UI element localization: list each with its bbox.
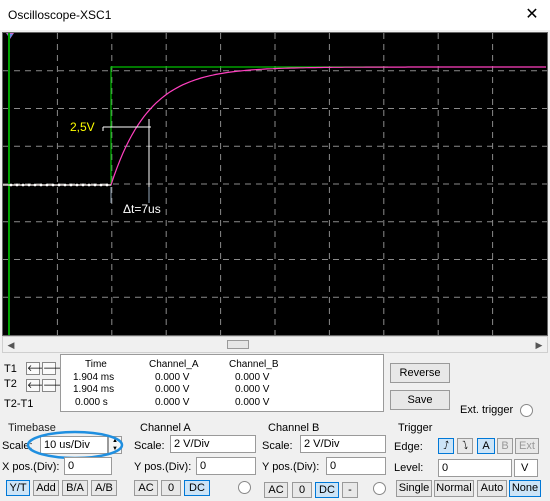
trigger-none-button[interactable]: None — [509, 480, 541, 497]
table-cell: 0.000 V — [155, 384, 190, 395]
t2-t1-label: T2-T1 — [4, 398, 34, 410]
ext-trigger-terminal[interactable] — [520, 404, 533, 417]
baseline-dot — [51, 183, 55, 187]
table-cell: 0.000 s — [75, 397, 108, 408]
edge-rising-icon[interactable]: ⭜ — [438, 438, 454, 454]
baseline-dot — [15, 183, 19, 187]
ext-trigger-label: Ext. trigger — [460, 404, 514, 416]
trigger-edge-label: Edge: — [394, 441, 423, 453]
baseline-dot — [21, 183, 25, 187]
trigger-level-unit[interactable]: V — [514, 459, 538, 477]
baseline-dot — [63, 183, 67, 187]
reverse-button[interactable]: Reverse — [390, 363, 450, 383]
mode-yt-button[interactable]: Y/T — [6, 480, 30, 496]
baseline-dot — [93, 183, 97, 187]
baseline-dot — [87, 183, 91, 187]
scroll-right-icon[interactable]: ▶ — [532, 338, 546, 352]
channel-a-scale-field[interactable]: 2 V/Div — [170, 435, 256, 453]
channel-a-zero-button[interactable]: 0 — [161, 480, 181, 496]
channel-a-dc-button[interactable]: DC — [184, 480, 210, 496]
channel-b-group-title: Channel B — [268, 422, 320, 434]
channel-b-dc-button[interactable]: DC — [315, 482, 339, 498]
trigger-source-b[interactable]: B — [497, 438, 513, 454]
channel-b-ypos-field[interactable]: 0 — [326, 457, 386, 475]
channel-a-trace — [3, 66, 388, 186]
channel-b-terminal[interactable] — [373, 482, 386, 495]
trigger-normal-button[interactable]: Normal — [434, 480, 474, 497]
channel-a-ypos-label: Y pos.(Div): — [134, 461, 192, 473]
table-cell: 1.904 ms — [73, 384, 115, 395]
scroll-left-icon[interactable]: ◀ — [4, 338, 18, 352]
baseline-dot — [45, 183, 49, 187]
trigger-source-a[interactable]: A — [477, 438, 495, 454]
timebase-xpos-field[interactable]: 0 — [64, 457, 112, 475]
channel-b-scale-label: Scale: — [262, 440, 293, 452]
baseline-dot — [39, 183, 43, 187]
header-channel-a: Channel_A — [149, 359, 199, 370]
t2-right-arrow-icon[interactable]: 🡒 — [42, 379, 67, 392]
table-cell: 1.904 ms — [73, 372, 115, 383]
channel-a-ac-button[interactable]: AC — [134, 480, 158, 496]
horizontal-scrollbar[interactable]: ◀ ▶ — [2, 336, 548, 353]
channel-a-ypos-field[interactable]: 0 — [196, 457, 256, 475]
t1-right-arrow-icon[interactable]: 🡒 — [42, 362, 67, 375]
baseline-dot — [33, 183, 37, 187]
channel-b-zero-button[interactable]: 0 — [292, 482, 312, 498]
channel-b-scale-field[interactable]: 2 V/Div — [300, 435, 386, 453]
grid — [3, 33, 547, 335]
edge-falling-icon[interactable]: ⭝ — [457, 438, 473, 454]
highlight-ellipse — [26, 430, 124, 460]
header-time: Time — [85, 359, 107, 370]
trigger-level-field[interactable]: 0 — [438, 459, 512, 477]
trigger-single-button[interactable]: Single — [396, 480, 432, 497]
channel-a-group-title: Channel A — [140, 422, 191, 434]
table-cell: 0.000 V — [235, 372, 270, 383]
save-button[interactable]: Save — [390, 390, 450, 410]
mode-ab-button[interactable]: A/B — [91, 480, 117, 496]
window-title: Oscilloscope-XSC1 — [8, 8, 112, 22]
baseline-dot — [57, 183, 61, 187]
title-bar: Oscilloscope-XSC1 ✕ — [0, 0, 550, 30]
header-channel-b: Channel_B — [229, 359, 279, 370]
channel-a-terminal[interactable] — [238, 481, 251, 494]
t1-label: T1 — [4, 363, 17, 375]
voltage-annotation: 2,5V — [70, 120, 95, 134]
delta-annotation: Δt=7us — [123, 202, 161, 216]
table-cell: 0.000 V — [235, 384, 270, 395]
close-icon[interactable]: ✕ — [520, 3, 544, 27]
timebase-xpos-label: X pos.(Div): — [2, 461, 60, 473]
table-cell: 0.000 V — [235, 397, 270, 408]
mode-add-button[interactable]: Add — [33, 480, 59, 496]
table-cell: 0.000 V — [155, 397, 190, 408]
trigger-source-ext[interactable]: Ext — [515, 438, 539, 454]
baseline-dot — [99, 183, 103, 187]
trigger-group-title: Trigger — [398, 422, 433, 434]
t2-label: T2 — [4, 378, 17, 390]
trigger-level-label: Level: — [394, 462, 424, 474]
channel-b-ac-button[interactable]: AC — [264, 482, 288, 498]
scroll-thumb[interactable] — [227, 340, 249, 349]
t1-left-arrow-icon[interactable]: 🡐 — [26, 362, 51, 375]
baseline-dot — [75, 183, 79, 187]
baseline-dot — [9, 183, 13, 187]
baseline-dot — [27, 183, 31, 187]
scope-plot: 2,5V Δt=7us — [3, 33, 547, 335]
baseline-dot — [81, 183, 85, 187]
trigger-auto-button[interactable]: Auto — [477, 480, 507, 497]
oscilloscope-screen: 2,5V Δt=7us — [2, 32, 548, 336]
channel-a-scale-label: Scale: — [134, 440, 165, 452]
t2-left-arrow-icon[interactable]: 🡐 — [26, 379, 51, 392]
mode-ba-button[interactable]: B/A — [62, 480, 88, 496]
baseline-dot — [69, 183, 73, 187]
table-cell: 0.000 V — [155, 372, 190, 383]
baseline-dot — [105, 183, 109, 187]
channel-b-invert-button[interactable]: - — [342, 482, 358, 498]
readout-table: Time Channel_A Channel_B 1.904 ms 0.000 … — [60, 354, 384, 412]
channel-b-ypos-label: Y pos.(Div): — [262, 461, 320, 473]
